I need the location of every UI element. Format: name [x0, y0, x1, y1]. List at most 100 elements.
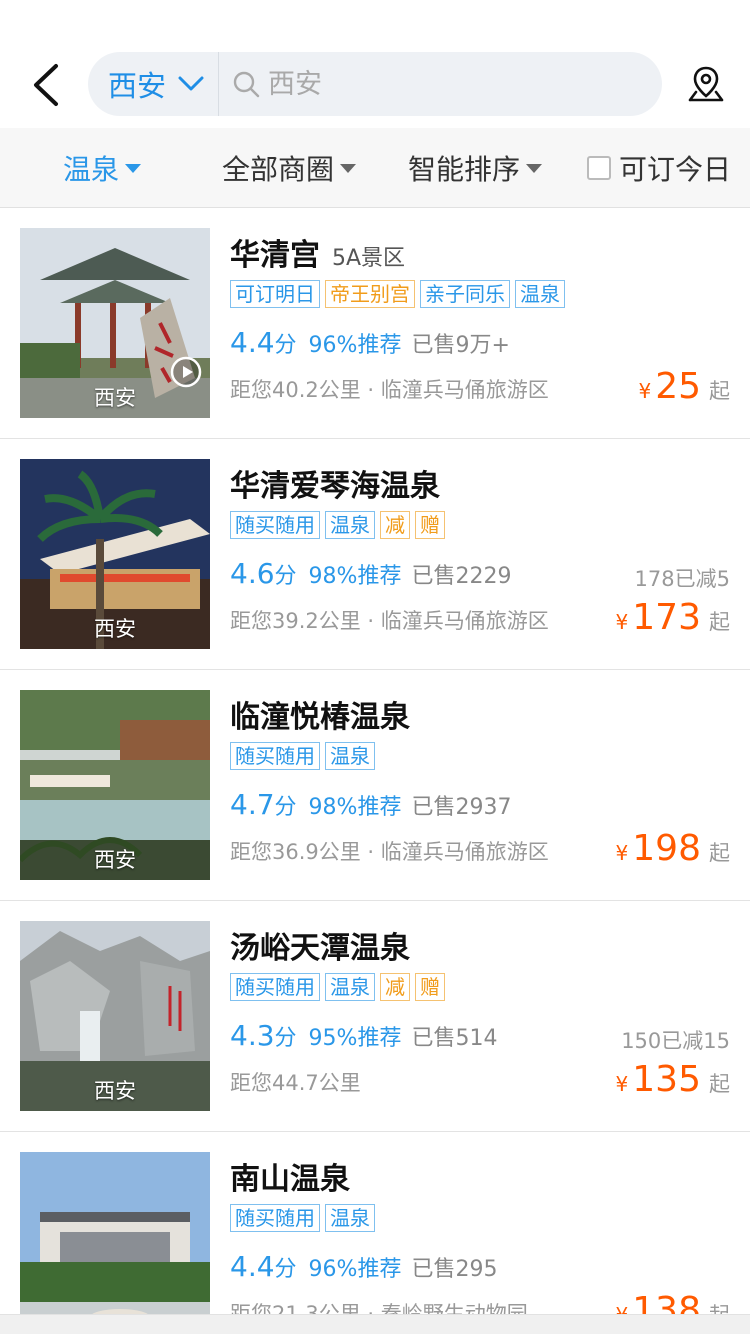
item-price: ¥ 25 起: [638, 366, 730, 407]
item-score-unit: 分: [274, 795, 297, 820]
item-price: ¥ 198 起: [616, 828, 730, 869]
item-price: ¥ 135 起: [616, 1059, 730, 1100]
item-score-unit: 分: [274, 564, 297, 589]
price-value: 198: [632, 828, 701, 869]
search-icon: [233, 71, 260, 98]
caret-down-icon: [526, 163, 543, 173]
tag-badge: 随买随用: [230, 1204, 320, 1232]
tag-badge: 随买随用: [230, 742, 320, 770]
tag-badge: 可订明日: [230, 280, 320, 308]
price-currency: ¥: [638, 379, 652, 403]
list-item[interactable]: 西安 华清宫 5A景区 可订明日 帝王别宫 亲子同乐 温泉 4.4 分 96%推荐 已…: [0, 208, 750, 439]
item-sold-count: 已售2229: [411, 564, 512, 589]
item-recommend-rate: 96%推荐: [308, 1257, 402, 1282]
list-item[interactable]: 西安 临潼悦椿温泉 随买随用 温泉 4.7 分 98%推荐 已售2937 距您36…: [0, 670, 750, 901]
item-score: 4.4: [230, 1250, 275, 1283]
item-tags: 随买随用 温泉减赠: [230, 973, 445, 1001]
filter-area[interactable]: 全部商圈: [222, 128, 357, 208]
price-currency: ¥: [615, 610, 629, 634]
item-stats: 4.7 分 98%推荐 已售2937: [230, 788, 511, 821]
item-thumbnail[interactable]: 西安: [20, 228, 210, 418]
bookable-today-label: 可订今日: [619, 153, 732, 186]
item-score-unit: 分: [274, 1026, 297, 1051]
filter-bookable-today[interactable]: 可订今日: [587, 128, 731, 208]
item-thumbnail[interactable]: 西安: [20, 690, 210, 880]
filter-sort[interactable]: 智能排序: [408, 128, 543, 208]
list-item[interactable]: 西安 汤峪天潭温泉 随买随用 温泉减赠 4.3 分 95%推荐 已售514 距您4…: [0, 901, 750, 1132]
result-list: 西安 华清宫 5A景区 可订明日 帝王别宫 亲子同乐 温泉 4.4 分 96%推荐 已…: [0, 208, 750, 1334]
price-value: 135: [632, 1059, 701, 1100]
thumbnail-city-label: 西安: [94, 1079, 136, 1103]
tag-badge: 帝王别宫: [325, 280, 415, 308]
item-name[interactable]: 南山温泉: [230, 1154, 350, 1198]
thumbnail-city-label: 西安: [94, 848, 136, 872]
bookable-today-checkbox[interactable]: [587, 156, 611, 180]
price-value: 173: [632, 597, 701, 638]
item-thumbnail[interactable]: 西安: [20, 921, 210, 1111]
filter-category-label: 温泉: [63, 153, 120, 186]
item-name[interactable]: 华清爱琴海温泉: [230, 461, 440, 505]
back-button[interactable]: [28, 62, 68, 108]
tag-badge: 亲子同乐: [420, 280, 510, 308]
item-stats: 4.3 分 95%推荐 已售514: [230, 1019, 497, 1052]
price-suffix: 起: [709, 379, 730, 403]
chevron-left-icon: [34, 64, 58, 106]
item-distance: 距您39.2公里 · 临潼兵马俑旅游区: [230, 609, 549, 633]
filter-sort-label: 智能排序: [408, 153, 521, 186]
city-selector[interactable]: 西安: [108, 52, 204, 116]
item-distance: 距您36.9公里 · 临潼兵马俑旅游区: [230, 840, 549, 864]
list-item[interactable]: 西安 华清爱琴海温泉 随买随用 温泉减赠 4.6 分 98%推荐 已售2229 距…: [0, 439, 750, 670]
caret-down-icon: [340, 163, 357, 173]
map-button[interactable]: [686, 64, 726, 104]
item-recommend-rate: 96%推荐: [308, 333, 402, 358]
item-discount: 150已减15: [621, 1029, 730, 1053]
price-currency: ¥: [615, 1072, 629, 1096]
tag-badge: 赠: [415, 973, 445, 1001]
item-sold-count: 已售9万+: [411, 333, 510, 358]
item-score-unit: 分: [274, 1257, 297, 1282]
item-sold-count: 已售514: [411, 1026, 498, 1051]
item-tags: 可订明日 帝王别宫 亲子同乐 温泉: [230, 280, 565, 308]
item-distance: 距您40.2公里 · 临潼兵马俑旅游区: [230, 378, 549, 402]
price-value: 25: [655, 366, 701, 407]
item-stats: 4.4 分 96%推荐 已售9万+: [230, 326, 510, 359]
caret-down-icon: [125, 163, 142, 173]
search-bar: 西安: [88, 52, 662, 116]
filter-category[interactable]: 温泉: [63, 128, 142, 208]
top-bar: 西安: [0, 0, 750, 128]
item-title-row: 临潼悦椿温泉: [230, 692, 422, 736]
list-item[interactable]: 南山温泉 随买随用温泉 4.4 分 96%推荐 已售295 距您21.3公里 ·…: [0, 1132, 750, 1334]
item-recommend-rate: 98%推荐: [308, 795, 402, 820]
thumbnail-city-label: 西安: [94, 386, 136, 410]
item-name[interactable]: 汤峪天潭温泉: [230, 923, 410, 967]
city-label: 西安: [108, 69, 167, 103]
item-thumbnail[interactable]: [20, 1152, 210, 1334]
item-distance: 距您44.7公里: [230, 1071, 361, 1095]
item-tags: 随买随用 温泉: [230, 742, 375, 770]
item-score: 4.6: [230, 557, 275, 590]
price-suffix: 起: [709, 841, 730, 865]
item-thumbnail[interactable]: 西安: [20, 459, 210, 649]
item-title-row: 南山温泉: [230, 1154, 362, 1198]
tag-badge: 温泉: [515, 280, 565, 308]
tag-badge: 随买随用: [230, 973, 320, 1001]
price-suffix: 起: [709, 1072, 730, 1096]
tag-badge: 随买随用: [230, 511, 320, 539]
item-discount: 178已减5: [634, 567, 730, 591]
tag-badge: 温泉: [325, 1204, 375, 1232]
tag-badge: 赠: [415, 511, 445, 539]
item-name[interactable]: 华清宫: [230, 230, 320, 274]
item-stats: 4.6 分 98%推荐 已售2229: [230, 557, 511, 590]
item-sold-count: 已售295: [411, 1257, 498, 1282]
thumbnail-city-label: 西安: [94, 617, 136, 641]
item-score: 4.7: [230, 788, 275, 821]
item-name[interactable]: 临潼悦椿温泉: [230, 692, 410, 736]
location-pin-icon: [688, 66, 724, 102]
tag-badge: 温泉: [325, 973, 375, 1001]
search-input[interactable]: [268, 52, 628, 116]
item-score-unit: 分: [274, 333, 297, 358]
tag-badge: 减: [380, 511, 410, 539]
item-tags: 随买随用 温泉: [230, 1204, 375, 1232]
item-stats: 4.4 分 96%推荐 已售295: [230, 1250, 497, 1283]
tag-badge: 温泉: [325, 742, 375, 770]
